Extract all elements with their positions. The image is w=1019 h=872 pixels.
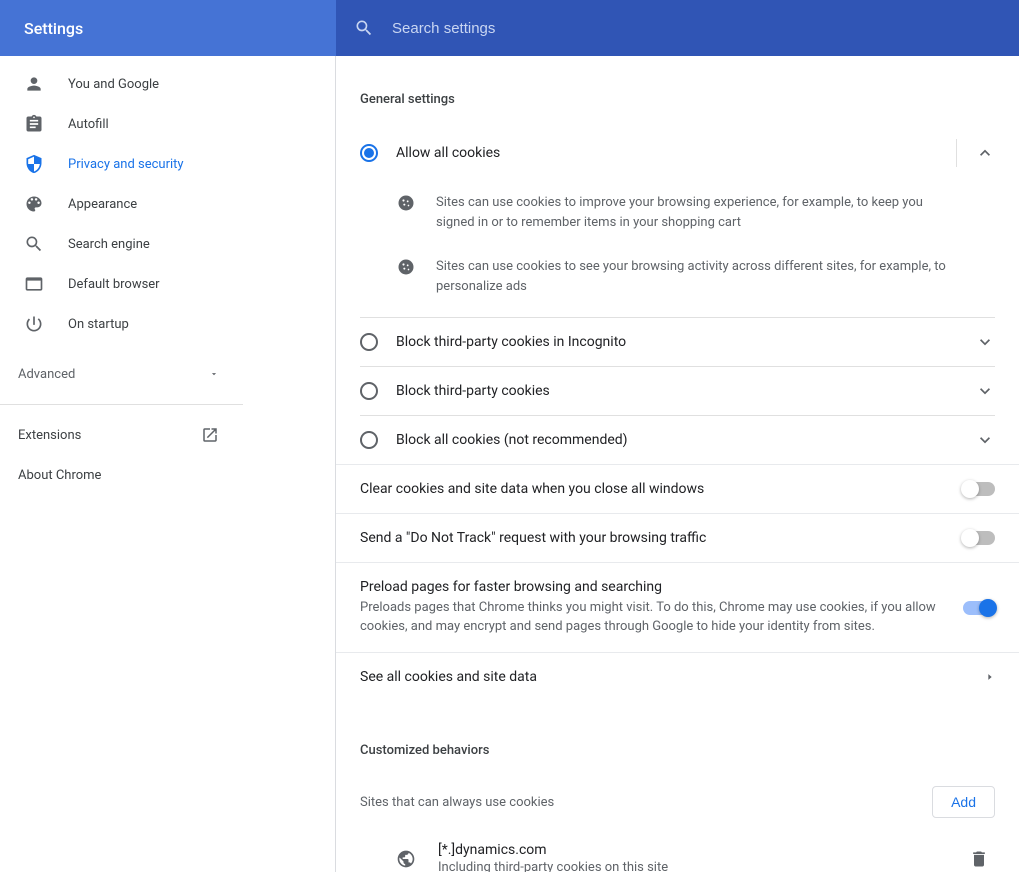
radio-icon xyxy=(360,144,378,162)
site-name: [*.]dynamics.com xyxy=(438,842,969,858)
radio-icon xyxy=(360,382,378,400)
toggle-dnt[interactable] xyxy=(963,531,995,545)
search-engine-icon xyxy=(24,234,44,254)
setting-dnt[interactable]: Send a "Do Not Track" request with your … xyxy=(336,513,1019,562)
chevron-down-icon[interactable] xyxy=(975,332,995,352)
radio-label: Block third-party cookies xyxy=(396,383,975,399)
extensions-label: Extensions xyxy=(18,428,81,443)
desc-text: Sites can use cookies to improve your br… xyxy=(436,193,995,233)
sidebar-divider xyxy=(0,404,243,405)
sidebar-about[interactable]: About Chrome xyxy=(0,455,243,495)
allow-sites-header: Sites that can always use cookies Add xyxy=(360,776,995,828)
search-bar[interactable] xyxy=(336,0,1019,56)
cookie-icon xyxy=(396,193,420,217)
caret-right-icon xyxy=(985,672,995,682)
globe-icon xyxy=(396,849,416,869)
nav-see-all-cookies[interactable]: See all cookies and site data xyxy=(336,652,1019,701)
radio-label: Allow all cookies xyxy=(396,145,956,161)
radio-allow-all[interactable]: Allow all cookies xyxy=(336,125,1019,181)
chevron-up-icon[interactable] xyxy=(975,143,995,163)
setting-clear-on-close[interactable]: Clear cookies and site data when you clo… xyxy=(336,464,1019,513)
trash-icon[interactable] xyxy=(969,849,989,869)
sidebar-item-label: Autofill xyxy=(68,117,109,132)
sidebar: You and Google Autofill Privacy and secu… xyxy=(0,56,336,872)
sidebar-item-autofill[interactable]: Autofill xyxy=(0,104,335,144)
sidebar-item-label: Appearance xyxy=(68,197,137,212)
desc-text: Sites can use cookies to see your browsi… xyxy=(436,257,995,297)
general-settings-header: General settings xyxy=(336,80,1019,125)
sidebar-item-on-startup[interactable]: On startup xyxy=(0,304,335,344)
sidebar-item-label: Privacy and security xyxy=(68,157,184,172)
sidebar-item-appearance[interactable]: Appearance xyxy=(0,184,335,224)
setting-title: Send a "Do Not Track" request with your … xyxy=(360,530,963,546)
add-button[interactable]: Add xyxy=(932,786,995,818)
header: Settings xyxy=(0,0,1019,56)
toggle-preload[interactable] xyxy=(963,601,995,615)
setting-title: Clear cookies and site data when you clo… xyxy=(360,481,963,497)
person-icon xyxy=(24,74,44,94)
sidebar-item-label: Search engine xyxy=(68,237,150,252)
sidebar-item-search-engine[interactable]: Search engine xyxy=(0,224,335,264)
setting-title: Preload pages for faster browsing and se… xyxy=(360,579,963,595)
advanced-label: Advanced xyxy=(18,367,75,382)
app-title: Settings xyxy=(0,0,336,56)
search-input[interactable] xyxy=(392,20,792,37)
radio-expanded-content: Sites can use cookies to improve your br… xyxy=(336,181,1019,317)
allow-sites-label: Sites that can always use cookies xyxy=(360,795,554,810)
setting-desc: Preloads pages that Chrome thinks you mi… xyxy=(360,598,963,636)
power-icon xyxy=(24,314,44,334)
search-icon xyxy=(354,18,374,38)
site-row: [*.]dynamics.com Including third-party c… xyxy=(360,828,995,872)
sidebar-item-label: Default browser xyxy=(68,277,160,292)
cookie-icon xyxy=(396,257,420,281)
palette-icon xyxy=(24,194,44,214)
setting-preload[interactable]: Preload pages for faster browsing and se… xyxy=(336,562,1019,652)
browser-icon xyxy=(24,274,44,294)
nav-label: See all cookies and site data xyxy=(360,669,985,685)
about-label: About Chrome xyxy=(18,468,101,483)
external-link-icon xyxy=(201,426,219,444)
toggle-clear-on-close[interactable] xyxy=(963,482,995,496)
autofill-icon xyxy=(24,114,44,134)
sidebar-item-label: On startup xyxy=(68,317,129,332)
radio-label: Block third-party cookies in Incognito xyxy=(396,334,975,350)
radio-icon xyxy=(360,431,378,449)
custom-behaviors-header: Customized behaviors xyxy=(336,731,1019,776)
radio-block-3p[interactable]: Block third-party cookies xyxy=(336,367,1019,415)
shield-icon xyxy=(24,154,44,174)
radio-block-3p-incognito[interactable]: Block third-party cookies in Incognito xyxy=(336,318,1019,366)
sidebar-item-privacy[interactable]: Privacy and security xyxy=(0,144,335,184)
content: General settings Allow all cookies Sites… xyxy=(336,56,1019,872)
chevron-down-icon[interactable] xyxy=(975,430,995,450)
radio-label: Block all cookies (not recommended) xyxy=(396,432,975,448)
sidebar-item-default-browser[interactable]: Default browser xyxy=(0,264,335,304)
sidebar-item-you-and-google[interactable]: You and Google xyxy=(0,64,335,104)
sidebar-extensions[interactable]: Extensions xyxy=(0,415,243,455)
divider xyxy=(956,139,957,167)
chevron-down-icon[interactable] xyxy=(975,381,995,401)
caret-down-icon xyxy=(209,369,219,379)
radio-block-all[interactable]: Block all cookies (not recommended) xyxy=(336,416,1019,464)
sidebar-advanced[interactable]: Advanced xyxy=(0,354,243,394)
sidebar-item-label: You and Google xyxy=(68,77,159,92)
site-desc: Including third-party cookies on this si… xyxy=(438,860,969,872)
radio-icon xyxy=(360,333,378,351)
